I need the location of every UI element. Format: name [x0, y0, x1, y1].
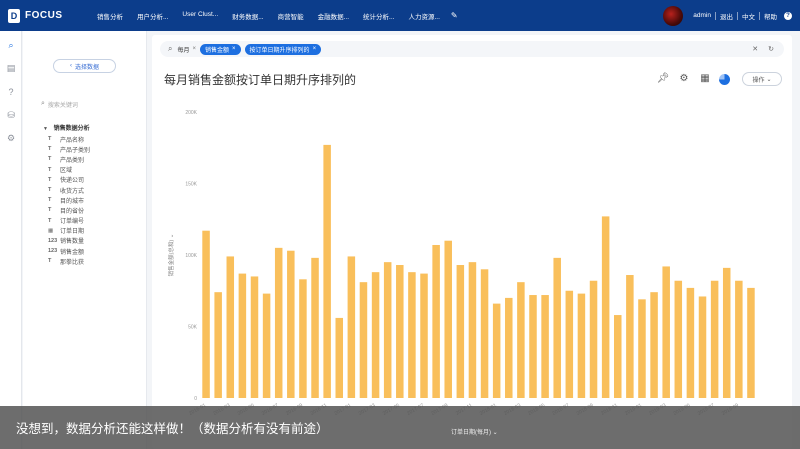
bar[interactable]	[420, 273, 428, 398]
bar[interactable]	[735, 280, 743, 398]
bar[interactable]	[577, 293, 586, 398]
y-tick-label: 150K	[185, 182, 197, 188]
bar[interactable]	[214, 292, 222, 398]
bar[interactable]	[541, 295, 549, 398]
y-tick-label: 100K	[185, 253, 197, 259]
bar[interactable]	[674, 280, 683, 398]
bar[interactable]	[311, 257, 319, 398]
y-tick-label: 200K	[185, 110, 197, 116]
x-axis-title: 订单日期(每月) ⌄	[451, 430, 498, 436]
caption-overlay: 没想到，数据分析还能这样做！（数据分析有没有前途）	[0, 406, 800, 449]
bar[interactable]	[710, 280, 719, 398]
bar[interactable]	[529, 295, 537, 398]
y-tick-label: 0	[194, 396, 197, 402]
bar[interactable]	[444, 240, 452, 398]
bar[interactable]	[492, 303, 501, 398]
bar[interactable]	[226, 256, 235, 398]
bar[interactable]	[650, 292, 658, 398]
bar[interactable]	[347, 256, 356, 398]
bar[interactable]	[686, 287, 695, 398]
bar[interactable]	[383, 262, 392, 398]
bar[interactable]	[601, 216, 610, 398]
bar[interactable]	[662, 266, 670, 398]
bar-chart: 050K100K150K200K销售金额(总和) ⌄2016-012016-03…	[167, 110, 755, 417]
bar[interactable]	[565, 290, 574, 398]
bar[interactable]	[517, 282, 525, 398]
bar[interactable]	[262, 293, 271, 398]
bar[interactable]	[287, 250, 295, 398]
bar[interactable]	[408, 272, 416, 398]
bar[interactable]	[722, 267, 731, 398]
bar[interactable]	[299, 279, 307, 398]
bar[interactable]	[335, 317, 344, 398]
caption-text: 没想到，数据分析还能这样做！（数据分析有没有前途）	[16, 421, 329, 436]
y-axis-title: 销售金额(总和) ⌄	[167, 234, 175, 277]
bar[interactable]	[238, 273, 247, 398]
bar[interactable]	[396, 265, 404, 398]
bar[interactable]	[323, 144, 331, 398]
y-tick-label: 50K	[188, 325, 198, 331]
bar[interactable]	[202, 230, 210, 398]
bar[interactable]	[638, 299, 646, 398]
bar[interactable]	[468, 262, 477, 398]
bar[interactable]	[747, 287, 755, 398]
bar[interactable]	[371, 272, 380, 398]
bar[interactable]	[480, 269, 489, 398]
bar[interactable]	[614, 315, 622, 398]
bar[interactable]	[698, 296, 707, 398]
bar[interactable]	[274, 247, 283, 398]
bar[interactable]	[589, 280, 598, 398]
bar[interactable]	[456, 265, 465, 398]
bar[interactable]	[626, 275, 634, 398]
bar[interactable]	[553, 257, 561, 398]
bar[interactable]	[432, 244, 440, 398]
bar[interactable]	[359, 282, 368, 398]
bar[interactable]	[505, 297, 513, 398]
bar[interactable]	[250, 276, 259, 398]
